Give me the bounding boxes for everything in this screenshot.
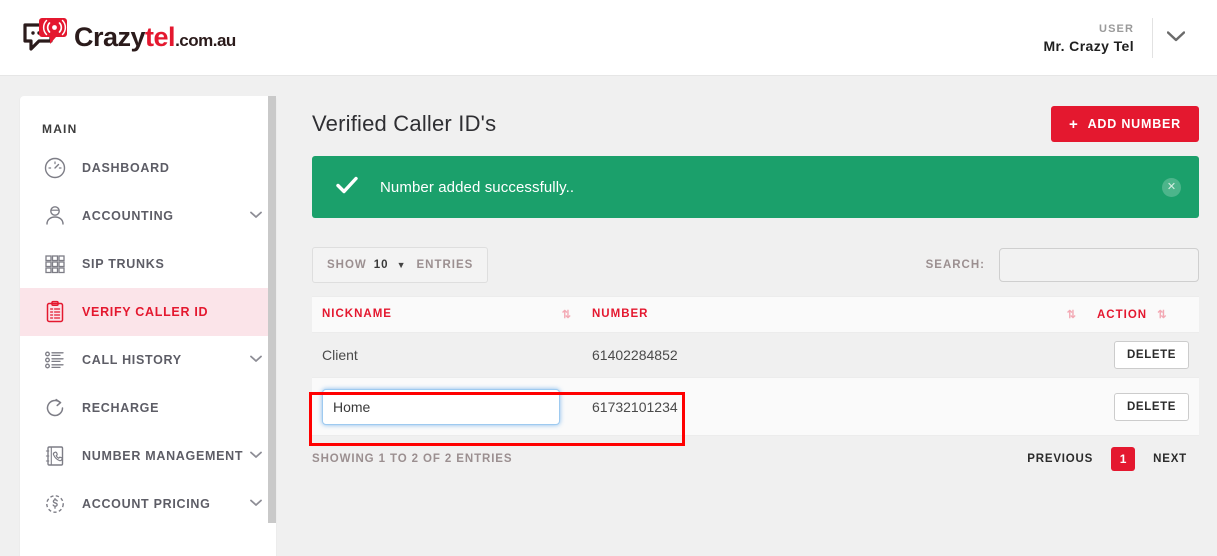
entries-info: SHOWING 1 TO 2 OF 2 ENTRIES xyxy=(312,453,513,465)
sidebar-item-account-pricing[interactable]: ACCOUNT PRICING xyxy=(20,480,276,528)
success-alert: Number added successfully.. ✕ xyxy=(312,156,1199,218)
verified-caller-id-table: NICKNAME ⇅ NUMBER ⇅ ACTION ⇅ Client 6140… xyxy=(312,296,1199,436)
sidebar-item-label: RECHARGE xyxy=(82,401,160,415)
table-body: Client 61402284852 DELETE 61732101234 DE… xyxy=(312,332,1199,436)
phonebook-icon xyxy=(42,443,68,469)
chevron-down-icon[interactable] xyxy=(250,450,262,462)
brand-tld: .com.au xyxy=(175,30,236,50)
sidebar-item-label: ACCOUNT PRICING xyxy=(82,497,211,511)
table-footer: SHOWING 1 TO 2 OF 2 ENTRIES PREVIOUS 1 N… xyxy=(312,438,1199,480)
sidebar-item-label: DASHBOARD xyxy=(82,161,170,175)
show-entries-value: 10 xyxy=(373,259,389,271)
sidebar-item-dashboard[interactable]: DASHBOARD xyxy=(20,144,276,192)
cell-nickname: Client xyxy=(312,332,582,378)
sort-icon[interactable]: ⇅ xyxy=(562,308,572,321)
grid-squares-icon xyxy=(42,251,68,277)
pagination-previous[interactable]: PREVIOUS xyxy=(1015,453,1105,465)
brand-logo[interactable]: Crazytel.com.au xyxy=(22,16,236,58)
column-header-number-label: NUMBER xyxy=(592,308,649,320)
dollar-circle-icon xyxy=(42,491,68,517)
add-number-label: ADD NUMBER xyxy=(1087,117,1181,131)
search-input[interactable] xyxy=(999,248,1199,282)
sidebar-item-label: CALL HISTORY xyxy=(82,353,182,367)
cell-action: DELETE xyxy=(1087,332,1199,378)
sidebar-item-sip-trunks[interactable]: SIP TRUNKS xyxy=(20,240,276,288)
table-head: NICKNAME ⇅ NUMBER ⇅ ACTION ⇅ xyxy=(312,296,1199,333)
pagination-next[interactable]: NEXT xyxy=(1141,453,1199,465)
chevron-down-icon[interactable] xyxy=(250,354,262,366)
table-controls: SHOW 10 ▼ ENTRIES SEARCH: xyxy=(312,240,1199,290)
page-title: Verified Caller ID's xyxy=(312,111,497,136)
clipboard-icon xyxy=(42,299,68,325)
sidebar-item-label: NUMBER MANAGEMENT xyxy=(82,449,244,463)
sidebar-item-label: ACCOUNTING xyxy=(82,209,174,223)
sidebar-item-verify-caller-id[interactable]: VERIFY CALLER ID xyxy=(20,288,276,336)
caret-down-icon[interactable]: ▼ xyxy=(397,260,407,270)
cell-number: 61402284852 xyxy=(582,332,1087,378)
user-menu[interactable]: USER Mr. Crazy Tel xyxy=(1043,14,1199,62)
list-icon xyxy=(42,347,68,373)
show-entries-select[interactable]: SHOW 10 ▼ ENTRIES xyxy=(312,247,489,283)
cell-number: 61732101234 xyxy=(582,377,1087,436)
sidebar-item-label: SIP TRUNKS xyxy=(82,257,165,271)
alert-message: Number added successfully.. xyxy=(380,178,575,196)
column-header-nickname-label: NICKNAME xyxy=(322,308,392,320)
pagination: PREVIOUS 1 NEXT xyxy=(1015,447,1199,471)
column-header-number[interactable]: NUMBER ⇅ xyxy=(582,296,1087,333)
table-card: SHOW 10 ▼ ENTRIES SEARCH: NICKNAME ⇅ NUM… xyxy=(312,240,1199,480)
cell-action: DELETE xyxy=(1087,377,1199,436)
check-icon xyxy=(336,176,358,198)
sidebar-item-number-management[interactable]: NUMBER MANAGEMENT xyxy=(20,432,276,480)
sidebar-item-label: VERIFY CALLER ID xyxy=(82,305,209,319)
speech-bubble-broadcast-icon xyxy=(22,16,68,58)
sidebar-item-call-history[interactable]: CALL HISTORY xyxy=(20,336,276,384)
show-entries-suffix: ENTRIES xyxy=(416,259,474,271)
add-number-button[interactable]: + ADD NUMBER xyxy=(1051,106,1199,142)
brand-name-dark: Crazy xyxy=(74,21,146,52)
sidebar-item-recharge[interactable]: RECHARGE xyxy=(20,384,276,432)
chevron-down-icon[interactable] xyxy=(250,498,262,510)
user-name: Mr. Crazy Tel xyxy=(1043,37,1134,54)
gauge-icon xyxy=(42,155,68,181)
search-group: SEARCH: xyxy=(926,248,1199,282)
search-label: SEARCH: xyxy=(925,259,985,271)
user-icon xyxy=(42,203,68,229)
user-meta: USER Mr. Crazy Tel xyxy=(1043,22,1152,55)
table-row: Client 61402284852 DELETE xyxy=(312,332,1199,378)
column-header-action[interactable]: ACTION ⇅ xyxy=(1087,296,1199,333)
sort-icon[interactable]: ⇅ xyxy=(1157,309,1167,321)
close-icon[interactable]: ✕ xyxy=(1162,177,1181,197)
plus-icon: + xyxy=(1069,115,1079,133)
delete-button[interactable]: DELETE xyxy=(1114,392,1189,421)
top-bar: Crazytel.com.au USER Mr. Crazy Tel xyxy=(0,0,1217,76)
main-content: Verified Caller ID's + ADD NUMBER Number… xyxy=(296,96,1217,523)
sort-icon[interactable]: ⇅ xyxy=(1067,308,1077,321)
sidebar: MAIN DASHBOARD ACCOUNTING SIP TRUNKS VER… xyxy=(20,96,276,556)
cell-nickname xyxy=(312,377,582,436)
chevron-down-icon[interactable] xyxy=(1153,29,1199,47)
page-header: Verified Caller ID's + ADD NUMBER xyxy=(296,96,1217,152)
column-header-nickname[interactable]: NICKNAME ⇅ xyxy=(312,296,582,333)
sidebar-scrollbar-thumb[interactable] xyxy=(268,96,276,523)
table-header-row: NICKNAME ⇅ NUMBER ⇅ ACTION ⇅ xyxy=(312,296,1199,333)
refresh-circle-icon xyxy=(42,395,68,421)
brand-wordmark: Crazytel.com.au xyxy=(74,21,236,52)
nickname-input[interactable] xyxy=(322,388,560,425)
chevron-down-icon[interactable] xyxy=(250,210,262,222)
pagination-page-1[interactable]: 1 xyxy=(1111,447,1136,471)
show-entries-prefix: SHOW xyxy=(327,259,367,271)
table-row: 61732101234 DELETE xyxy=(312,377,1199,436)
sidebar-scrollbar[interactable] xyxy=(268,96,276,523)
user-label: USER xyxy=(1099,22,1134,35)
brand-name-accent: tel xyxy=(145,21,176,52)
sidebar-item-accounting[interactable]: ACCOUNTING xyxy=(20,192,276,240)
delete-button[interactable]: DELETE xyxy=(1114,341,1189,369)
sidebar-section-title: MAIN xyxy=(42,122,78,136)
column-header-action-label: ACTION xyxy=(1097,309,1148,321)
